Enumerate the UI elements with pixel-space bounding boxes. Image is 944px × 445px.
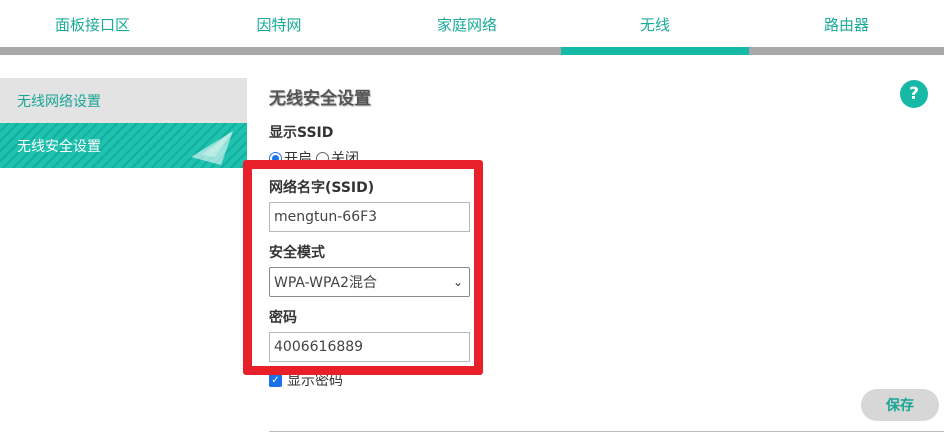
show-password-label: 显示密码 — [287, 373, 343, 389]
sidebar-item-wireless-security[interactable]: 无线安全设置 — [0, 123, 247, 168]
tab-panel-interface[interactable]: 面板接口区 — [0, 0, 185, 48]
chevron-down-icon: ⌄ — [452, 275, 463, 289]
show-ssid-label: 显示SSID — [269, 125, 334, 141]
top-nav: 面板接口区 因特网 家庭网络 无线 路由器 — [0, 0, 944, 55]
show-password-row: ✓ 显示密码 — [269, 370, 343, 390]
nav-underline-active — [561, 47, 749, 55]
radio-off-label: 关闭 — [331, 151, 359, 167]
nav-underline — [749, 47, 944, 55]
sidebar-item-wireless-settings[interactable]: 无线网络设置 — [0, 78, 247, 123]
nav-underline — [0, 47, 561, 55]
ssid-input[interactable]: mengtun-66F3 — [269, 202, 470, 232]
divider — [269, 431, 944, 432]
radio-off[interactable] — [316, 151, 329, 165]
password-input[interactable]: 4006616889 — [269, 332, 470, 362]
sidebar-item-label: 无线安全设置 — [17, 138, 101, 155]
sidebar-item-label: 无线网络设置 — [17, 93, 101, 110]
radio-on-label: 开启 — [284, 151, 312, 167]
ssid-label: 网络名字(SSID) — [269, 180, 375, 196]
security-mode-value: WPA-WPA2混合 — [274, 275, 378, 291]
help-icon[interactable]: ? — [900, 80, 928, 108]
paper-plane-icon — [191, 131, 233, 165]
sidebar: 无线网络设置 无线安全设置 — [0, 78, 247, 168]
tab-home-network[interactable]: 家庭网络 — [373, 0, 561, 48]
page-title: 无线安全设置 — [269, 89, 371, 109]
tab-internet[interactable]: 因特网 — [185, 0, 373, 48]
password-label: 密码 — [269, 310, 297, 326]
save-button[interactable]: 保存 — [861, 389, 939, 421]
tab-router[interactable]: 路由器 — [749, 0, 944, 48]
security-mode-select[interactable]: WPA-WPA2混合 ⌄ — [269, 267, 470, 297]
tab-wireless[interactable]: 无线 — [561, 0, 749, 48]
radio-on[interactable] — [269, 151, 282, 165]
security-mode-label: 安全模式 — [269, 245, 325, 261]
show-ssid-radio-group: 开启 关闭 — [269, 148, 359, 168]
show-password-checkbox[interactable]: ✓ — [269, 373, 282, 387]
